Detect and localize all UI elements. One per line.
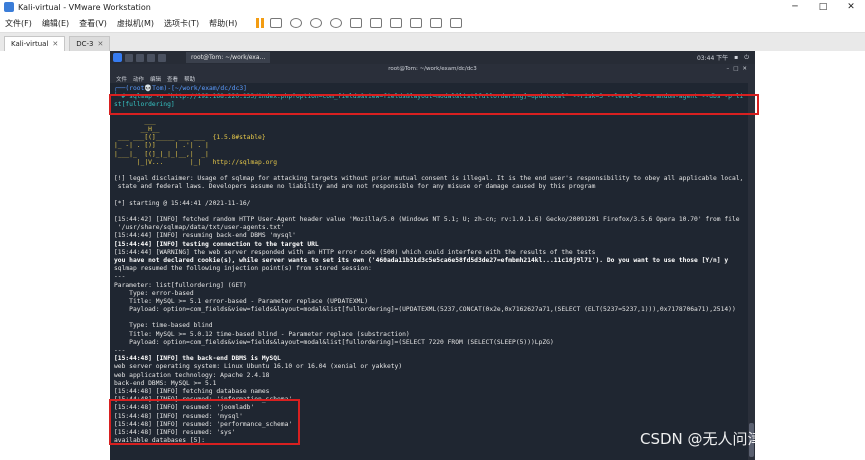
unity-icon[interactable] xyxy=(390,18,403,28)
terminal-line: web server operating system: Linux Ubunt… xyxy=(114,363,403,371)
terminal-title-bar: root@Tom: ~/work/exam/dc/dc3 –□✕ xyxy=(110,64,755,74)
terminal-menu-bar: 文件 动作 编辑 查看 帮助 xyxy=(110,74,755,83)
terminal-line: '/usr/share/sqlmap/data/txt/user-agents.… xyxy=(114,224,285,232)
menu-tabs[interactable]: 选项卡(T) xyxy=(164,18,199,29)
databases-highlight-box xyxy=(109,399,300,445)
terminal-line: [*] starting @ 15:44:41 /2021-11-16/ xyxy=(114,199,251,207)
terminal-line: |___|_ [(]_|_|_|__,| _| xyxy=(114,150,209,158)
command-highlight-box xyxy=(109,94,759,115)
terminal-line: ___ xyxy=(114,117,156,125)
terminal-line: Payload: option=com_fields&view=fields&l… xyxy=(114,306,736,314)
stretch-icon[interactable] xyxy=(410,18,423,28)
panel-tray: 03:44 下午 ▪ ⏻ xyxy=(697,53,749,63)
terminal-line: Payload: option=com_fields&view=fields&l… xyxy=(114,338,554,346)
terminal-line: state and federal laws. Developers assum… xyxy=(114,183,596,191)
terminal-line: [!] legal disclaimer: Usage of sqlmap fo… xyxy=(114,175,744,183)
terminal-line: you have not declared cookie(s), while s… xyxy=(114,256,729,264)
menu-help[interactable]: 帮助(H) xyxy=(209,18,237,29)
console-view-icon[interactable] xyxy=(430,18,443,28)
power-icon[interactable]: ⏻ xyxy=(744,54,749,62)
terminal-menu-edit[interactable]: 编辑 xyxy=(150,75,161,83)
pause-icon[interactable] xyxy=(256,18,266,28)
tab-label: DC-3 xyxy=(76,40,94,48)
terminal-menu-action[interactable]: 动作 xyxy=(133,75,144,83)
terminal-menu-help[interactable]: 帮助 xyxy=(184,75,195,83)
terminal-window-controls[interactable]: –□✕ xyxy=(726,64,751,74)
taskbar-terminal[interactable]: root@Tom: ~/work/exa... xyxy=(186,52,271,63)
menu-file[interactable]: 文件(F) xyxy=(5,18,32,29)
workspace-2-icon[interactable] xyxy=(136,53,144,62)
menu-view[interactable]: 查看(V) xyxy=(79,18,107,29)
terminal-line: Parameter: list[fullordering] (GET) xyxy=(114,281,247,289)
terminal-line: ┌──(root💀Tom)-[~/work/exam/dc/dc3] xyxy=(114,85,247,92)
menu-vm[interactable]: 虚拟机(M) xyxy=(117,18,154,29)
terminal-line: sqlmap resumed the following injection p… xyxy=(114,265,372,273)
workspace-4-icon[interactable] xyxy=(158,53,166,62)
close-icon[interactable]: ✕ xyxy=(837,2,865,12)
vmware-tab-bar: Kali-virtual ✕ DC-3 ✕ xyxy=(0,33,865,51)
library-icon[interactable] xyxy=(350,18,363,28)
tab-dc-3[interactable]: DC-3 ✕ xyxy=(69,36,111,51)
kali-menu-icon[interactable] xyxy=(113,53,122,62)
terminal-line: back-end DBMS: MySQL >= 5.1 xyxy=(114,379,217,387)
vmware-title-bar: Kali-virtual - VMware Workstation ─ □ ✕ xyxy=(0,0,865,14)
workspace-3-icon[interactable] xyxy=(147,53,155,62)
terminal-line: [15:44:48] [INFO] fetching database name… xyxy=(114,387,270,395)
terminal-line: --- xyxy=(114,347,126,354)
terminal-line: Title: MySQL >= 5.1 error-based - Parame… xyxy=(114,297,369,305)
terminal-line: Type: error-based xyxy=(114,289,194,297)
terminal-line: [15:44:44] [INFO] testing connection to … xyxy=(114,240,319,248)
minimize-icon[interactable]: ─ xyxy=(781,2,809,12)
terminal-line: |_ -| . [)] | .'| . | xyxy=(114,142,209,150)
vmware-menu-bar: 文件(F) 编辑(E) 查看(V) 虚拟机(M) 选项卡(T) 帮助(H) xyxy=(0,14,865,33)
window-title: Kali-virtual - VMware Workstation xyxy=(18,2,151,12)
maximize-icon[interactable]: □ xyxy=(809,2,837,12)
terminal-line: Type: time-based blind xyxy=(114,322,213,330)
terminal-line: web application technology: Apache 2.4.1… xyxy=(114,371,270,379)
terminal-line: [15:44:44] [INFO] resuming back-end DBMS… xyxy=(114,232,296,240)
close-tab-icon[interactable]: ✕ xyxy=(98,40,104,48)
terminal-scrollbar[interactable] xyxy=(748,83,755,460)
terminal-line: Title: MySQL >= 5.0.12 time-based blind … xyxy=(114,330,410,338)
terminal-line: [15:44:44] [WARNING] the web server resp… xyxy=(114,248,596,256)
terminal-line: [15:44:48] [INFO] the back-end DBMS is M… xyxy=(114,355,281,363)
menu-edit[interactable]: 编辑(E) xyxy=(42,18,69,29)
notification-icon[interactable]: ▪ xyxy=(734,54,738,61)
terminal-line: ___ ___[(]_____ ___ ___ {1.5.8#stable} xyxy=(114,134,266,142)
terminal-menu-view[interactable]: 查看 xyxy=(167,75,178,83)
close-tab-icon[interactable]: ✕ xyxy=(52,40,58,48)
terminal-menu-file[interactable]: 文件 xyxy=(116,75,127,83)
clock[interactable]: 03:44 下午 xyxy=(697,53,728,62)
terminal-title: root@Tom: ~/work/exam/dc/dc3 xyxy=(388,66,477,72)
vmware-logo-icon xyxy=(4,2,14,12)
terminal-line: [15:44:42] [INFO] fetched random HTTP Us… xyxy=(114,216,740,223)
tab-kali-virtual[interactable]: Kali-virtual ✕ xyxy=(4,36,66,51)
revert-snapshot-icon[interactable] xyxy=(310,18,323,28)
fullscreen-icon[interactable] xyxy=(370,18,383,28)
tab-label: Kali-virtual xyxy=(11,40,49,48)
snapshot-icon[interactable] xyxy=(290,18,303,28)
window-controls: ─ □ ✕ xyxy=(781,2,865,12)
csdn-watermark: CSDN @无人问津的椰子 xyxy=(640,430,808,448)
snapshot-manager-icon[interactable] xyxy=(330,18,343,28)
view-options-icon[interactable] xyxy=(450,18,463,28)
workspace-1-icon[interactable] xyxy=(125,53,133,62)
terminal-line: |_|V... |_| http://sqlmap.org xyxy=(114,158,278,166)
terminal-line: __H__ xyxy=(114,125,160,133)
kali-top-panel: root@Tom: ~/work/exa... 03:44 下午 ▪ ⏻ xyxy=(110,51,755,64)
send-ctrl-alt-del-icon[interactable] xyxy=(270,18,283,28)
terminal-line: --- xyxy=(114,273,126,281)
